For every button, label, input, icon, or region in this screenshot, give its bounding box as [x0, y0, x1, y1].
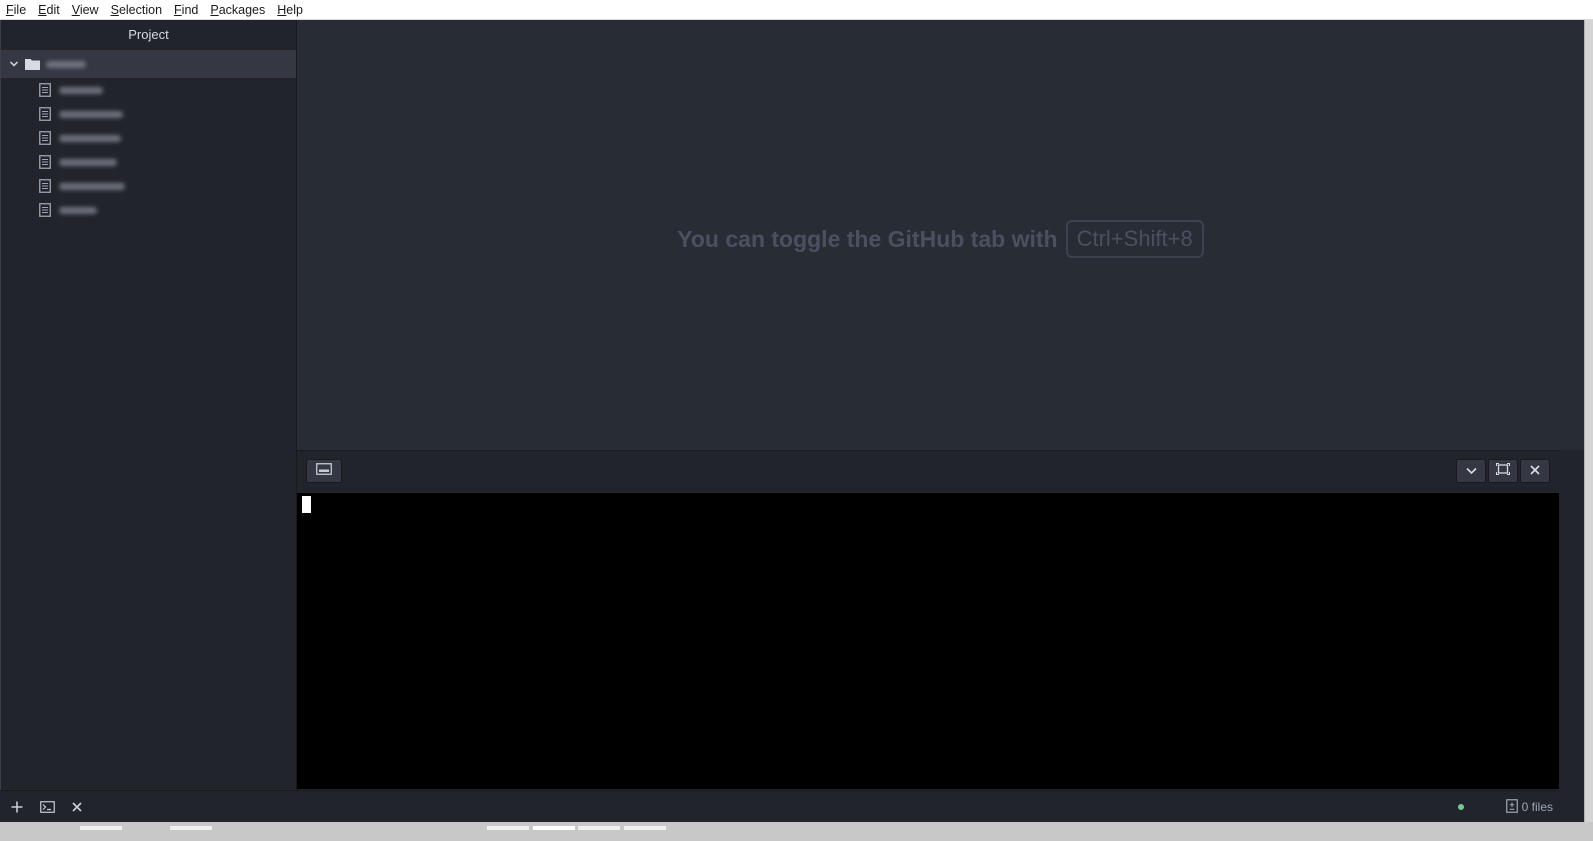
- maximize-terminal-button[interactable]: [1488, 459, 1518, 483]
- file-text-icon: [39, 203, 51, 217]
- menu-edit[interactable]: Edit: [32, 0, 66, 20]
- chevron-down-icon: [1465, 462, 1477, 480]
- file-name-redacted: [59, 158, 117, 166]
- root-folder-name-redacted: [46, 60, 86, 68]
- terminal-window-icon: [316, 462, 332, 480]
- menu-find-mnemonic: F: [174, 2, 182, 17]
- tree-file-item[interactable]: [1, 78, 296, 102]
- menu-find-label: ind: [181, 2, 199, 17]
- taskbar-item[interactable]: [578, 826, 620, 830]
- file-text-icon: [39, 131, 51, 145]
- taskbar-item[interactable]: [533, 826, 575, 830]
- tree-root-folder[interactable]: [1, 50, 296, 78]
- file-name-redacted: [59, 206, 97, 214]
- file-diff-icon: [1505, 798, 1518, 816]
- menu-selection[interactable]: Selection: [105, 0, 168, 20]
- github-tab-hint: You can toggle the GitHub tab with Ctrl+…: [297, 220, 1584, 258]
- taskbar-item[interactable]: [487, 826, 529, 830]
- menu-find[interactable]: Find: [168, 0, 204, 20]
- menu-view-label: iew: [79, 2, 99, 17]
- close-terminal-button[interactable]: [1520, 459, 1550, 483]
- project-tree-panel: Project: [0, 20, 297, 800]
- file-name-redacted: [59, 86, 103, 94]
- menu-help[interactable]: Help: [271, 0, 309, 20]
- terminal-toolbar: [297, 451, 1559, 491]
- file-text-icon: [39, 107, 51, 121]
- status-dot: [1457, 804, 1464, 810]
- menu-view-mnemonic: V: [71, 2, 80, 17]
- menu-view[interactable]: View: [66, 0, 105, 20]
- status-bar-right: 0 files: [1457, 791, 1553, 823]
- chevron-down-icon[interactable]: [9, 59, 19, 69]
- os-taskbar: [0, 822, 1593, 841]
- taskbar-item[interactable]: [624, 826, 666, 830]
- menu-packages[interactable]: Packages: [204, 0, 271, 20]
- menu-file-mnemonic: F: [6, 2, 14, 17]
- terminal-panel: [297, 450, 1559, 790]
- file-text-icon: [39, 179, 51, 193]
- menu-packages-mnemonic: P: [210, 2, 219, 17]
- file-text-icon: [39, 155, 51, 169]
- hint-text: You can toggle the GitHub tab with: [677, 225, 1058, 252]
- taskbar-item[interactable]: [170, 826, 212, 830]
- file-text-icon: [39, 83, 51, 97]
- shortcut-key: Ctrl+Shift+8: [1065, 220, 1204, 258]
- plus-icon[interactable]: [4, 794, 30, 820]
- taskbar-item[interactable]: [80, 826, 122, 830]
- files-count-label: 0 files: [1521, 800, 1553, 814]
- window-edge: [1584, 20, 1593, 832]
- editor-pane: You can toggle the GitHub tab with Ctrl+…: [297, 20, 1584, 450]
- terminal-screen[interactable]: [297, 493, 1559, 789]
- menu-file[interactable]: File: [0, 0, 32, 20]
- minimize-terminal-button[interactable]: [1456, 459, 1486, 483]
- terminal-cursor: [302, 496, 311, 513]
- menu-edit-mnemonic: E: [38, 2, 47, 17]
- file-name-redacted: [59, 134, 121, 142]
- file-name-redacted: [59, 110, 123, 118]
- changed-files-status[interactable]: 0 files: [1502, 798, 1553, 816]
- status-bar: 0 files: [0, 790, 1559, 822]
- folder-icon: [25, 58, 40, 70]
- file-name-redacted: [59, 182, 125, 190]
- tree-file-item[interactable]: [1, 198, 296, 222]
- tree-file-item[interactable]: [1, 174, 296, 198]
- tree-file-item[interactable]: [1, 102, 296, 126]
- tree-file-item[interactable]: [1, 126, 296, 150]
- menu-selection-mnemonic: S: [110, 2, 119, 17]
- menu-help-mnemonic: H: [277, 2, 287, 17]
- terminal-window-button[interactable]: [306, 459, 342, 483]
- close-icon[interactable]: [64, 794, 90, 820]
- tree-file-item[interactable]: [1, 150, 296, 174]
- terminal-icon[interactable]: [34, 794, 60, 820]
- project-panel-title: Project: [128, 27, 169, 42]
- menu-bar: File Edit View Selection Find Packages H…: [0, 0, 1593, 20]
- menu-file-label: ile: [13, 2, 27, 17]
- menu-packages-label: ackages: [218, 2, 266, 17]
- menu-help-label: elp: [286, 2, 303, 17]
- menu-selection-label: election: [118, 2, 163, 17]
- close-icon: [1530, 462, 1540, 480]
- menu-edit-label: dit: [46, 2, 60, 17]
- maximize-icon: [1495, 462, 1511, 480]
